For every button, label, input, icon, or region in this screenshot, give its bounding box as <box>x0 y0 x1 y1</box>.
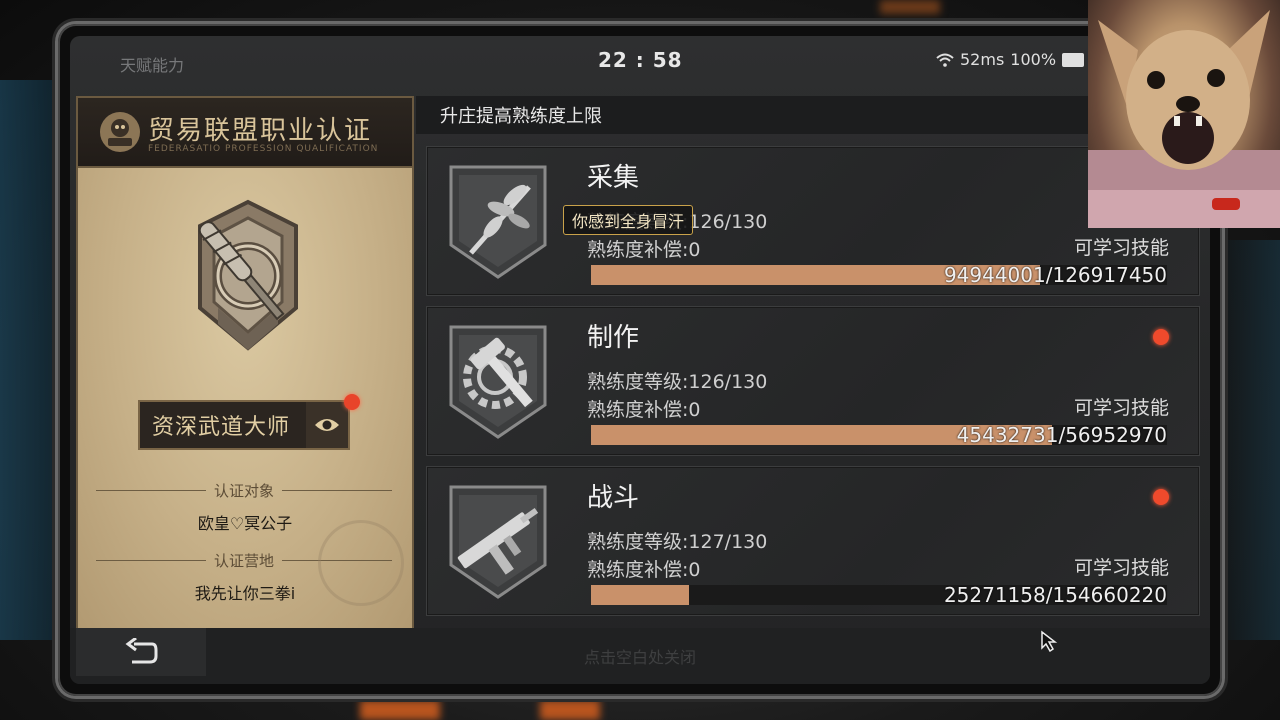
seal-watermark-icon <box>318 520 404 606</box>
skill-compensation: 熟练度补偿:0 <box>587 239 701 261</box>
ping-value: 52ms <box>960 50 1005 69</box>
target-label: 认证对象 <box>214 482 275 500</box>
progress-value: 25271158/154660220 <box>943 583 1167 607</box>
webcam-overlay <box>1088 0 1280 228</box>
proficiency-header-text: 升庄提高熟练度上限 <box>440 106 602 127</box>
skill-level: 熟练度等级:127/130 <box>587 531 768 553</box>
clock-time: 22 : 58 <box>598 48 683 72</box>
skill-name: 采集 <box>587 163 640 193</box>
status-tooltip: 你感到全身冒汗 <box>563 205 694 235</box>
skill-name: 制作 <box>587 323 640 353</box>
federation-logo-icon <box>100 112 140 152</box>
certification-subtitle: FEDERASATIO PROFESSION QUALIFICATION <box>148 144 379 154</box>
wifi-icon <box>936 53 954 67</box>
rank-title-badge[interactable]: 资深武道大师 <box>138 394 360 450</box>
connection-status: 52ms 100% <box>936 50 1085 69</box>
dog-face-icon <box>1088 10 1280 228</box>
notification-dot <box>1153 489 1169 505</box>
certification-title: 贸易联盟职业认证 <box>148 116 373 146</box>
background-light <box>540 700 600 720</box>
proficiency-header: 升庄提高熟练度上限 <box>416 96 1200 134</box>
leaf-branch-icon <box>449 165 547 279</box>
bottom-bar: 点击空白处关闭 <box>70 628 1210 684</box>
learnable-skills-link[interactable]: 可学习技能 <box>1074 393 1169 420</box>
profession-certification-card: 贸易联盟职业认证 FEDERASATIO PROFESSION QUALIFIC… <box>76 96 414 630</box>
target-divider: 认证对象 <box>96 480 393 501</box>
skill-card-gathering[interactable]: 采集 熟练度等级:126/130 熟练度补偿:0 可学习技能 94944001/… <box>426 146 1200 296</box>
skill-card-combat[interactable]: 战斗 熟练度等级:127/130 熟练度补偿:0 可学习技能 25271158/… <box>426 466 1200 616</box>
progress-value: 45432731/56952970 <box>956 423 1167 447</box>
progress-value: 94944001/126917450 <box>943 263 1167 287</box>
skill-compensation: 熟练度补偿:0 <box>587 559 701 581</box>
smg-gun-icon <box>449 485 547 599</box>
tablet-screen: 天赋能力 22 : 58 52ms 100% 贸易联盟职业认证 FEDERASA… <box>70 36 1210 684</box>
notification-dot <box>1153 329 1169 345</box>
close-hint[interactable]: 点击空白处关闭 <box>70 644 1210 668</box>
background-light <box>880 0 940 14</box>
tablet-device-frame: 天赋能力 22 : 58 52ms 100% 贸易联盟职业认证 FEDERASA… <box>58 24 1222 696</box>
progress-fill <box>591 585 689 605</box>
view-rank-button[interactable] <box>306 402 348 448</box>
eye-icon <box>315 419 339 431</box>
skill-level: 熟练度等级:126/130 <box>587 371 768 393</box>
proficiency-progress-bar: 25271158/154660220 <box>591 583 1167 607</box>
skill-name: 战斗 <box>587 483 640 513</box>
martial-master-emblem-icon <box>198 199 298 351</box>
skill-compensation: 熟练度补偿:0 <box>587 399 701 421</box>
status-bar: 天赋能力 22 : 58 52ms 100% <box>70 36 1210 84</box>
background-left-glow <box>0 80 60 640</box>
learnable-skills-link[interactable]: 可学习技能 <box>1074 553 1169 580</box>
rank-title: 资深武道大师 <box>152 415 291 440</box>
learnable-skills-link[interactable]: 可学习技能 <box>1074 233 1169 260</box>
gear-hammer-icon <box>449 325 547 439</box>
proficiency-progress-bar: 94944001/126917450 <box>591 263 1167 287</box>
background-light <box>360 700 440 720</box>
certification-body: 资深武道大师 认证对象 欧皇♡冥公子 认证营地 我先让你三拳i <box>78 168 412 628</box>
proficiency-progress-bar: 45432731/56952970 <box>591 423 1167 447</box>
notification-dot <box>344 394 360 410</box>
camp-label: 认证营地 <box>214 552 275 570</box>
mouse-cursor-icon <box>1041 630 1058 652</box>
battery-icon <box>1062 52 1085 67</box>
talent-ability-label[interactable]: 天赋能力 <box>120 52 184 76</box>
battery-value: 100% <box>1010 50 1057 69</box>
skill-card-crafting[interactable]: 制作 熟练度等级:126/130 熟练度补偿:0 可学习技能 45432731/… <box>426 306 1200 456</box>
certification-header: 贸易联盟职业认证 FEDERASATIO PROFESSION QUALIFIC… <box>78 98 412 168</box>
